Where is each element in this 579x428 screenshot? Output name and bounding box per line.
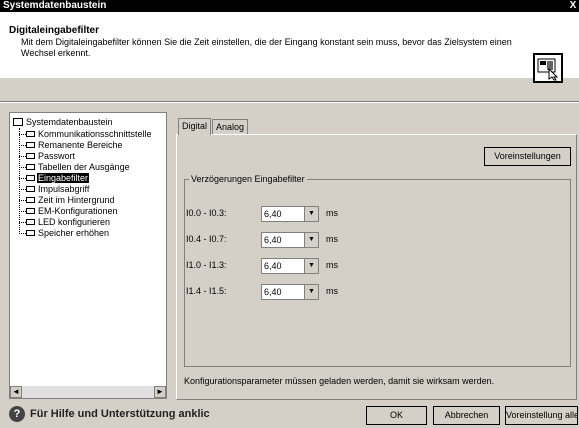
chevron-down-icon[interactable]: ▼ (304, 207, 318, 221)
header-separator (0, 101, 579, 103)
info-note: Konfigurationsparameter müssen geladen w… (184, 376, 495, 386)
module-icon (26, 219, 35, 225)
tree-connector (19, 211, 26, 212)
tab-analog[interactable]: Analog (212, 119, 249, 134)
window-title: Systemdatenbaustein (3, 0, 107, 11)
module-icon (26, 142, 35, 148)
scroll-left-button[interactable]: ◄ (10, 386, 22, 398)
module-icon (26, 164, 35, 170)
title-bar: Systemdatenbaustein X (0, 0, 579, 12)
help-text: Für Hilfe und Unterstützung anklic (30, 408, 210, 420)
defaults-all-button[interactable]: Voreinstellung alle (505, 406, 578, 425)
chevron-down-icon[interactable]: ▼ (304, 259, 318, 273)
tab-digital[interactable]: Digital (178, 118, 212, 135)
delay-range-label: I1.0 - I1.3: (186, 260, 227, 270)
tree-connector (19, 200, 26, 201)
delay-range-label: I0.0 - I0.3: (186, 208, 227, 218)
chevron-down-icon[interactable]: ▼ (304, 285, 318, 299)
tree-item[interactable]: Speicher erhöhen (19, 227, 110, 239)
delay-select[interactable]: 6,40 ▼ (261, 206, 319, 222)
help-link[interactable]: ? Für Hilfe und Unterstützung anklic (9, 404, 210, 424)
group-title: Verzögerungen Eingabefilter (189, 174, 307, 184)
module-icon (26, 175, 35, 181)
delay-value: 6,40 (264, 261, 282, 271)
tree-item-label: Impulsabgriff (38, 184, 90, 194)
tree-item-label: Speicher erhöhen (38, 228, 110, 238)
unit-label: ms (326, 286, 338, 296)
tree-connector (19, 178, 26, 179)
tree-item-label: Zeit im Hintergrund (38, 195, 115, 205)
filter-settings-icon (533, 53, 563, 83)
page-description: Mit dem Digitaleingabefilter können Sie … (21, 37, 512, 58)
tree-connector (19, 222, 26, 223)
delay-select[interactable]: 6,40 ▼ (261, 284, 319, 300)
unit-label: ms (326, 208, 338, 218)
tree-item-label: Remanente Bereiche (38, 140, 123, 150)
delay-range-label: I1.4 - I1.5: (186, 286, 227, 296)
tree-root[interactable]: Systemdatenbaustein (13, 116, 113, 128)
delay-select[interactable]: 6,40 ▼ (261, 258, 319, 274)
tree-connector (19, 134, 26, 135)
module-icon (26, 131, 35, 137)
delay-value: 6,40 (264, 287, 282, 297)
navigation-tree[interactable]: Systemdatenbaustein Kommunikationsschnit… (9, 112, 167, 399)
help-icon: ? (9, 406, 25, 423)
module-icon (26, 230, 35, 236)
unit-label: ms (326, 234, 338, 244)
tree-item-label: EM-Konfigurationen (38, 206, 118, 216)
tree-item-label: Kommunikationsschnittstelle (38, 129, 152, 139)
header-panel: Digitaleingabefilter Mit dem Digitaleing… (0, 12, 579, 83)
tree-connector (19, 145, 26, 146)
delay-value: 6,40 (264, 235, 282, 245)
tree-item-label: Passwort (38, 151, 76, 161)
tree-connector (19, 189, 26, 190)
chevron-down-icon[interactable]: ▼ (304, 233, 318, 247)
folder-icon (13, 118, 23, 126)
defaults-button[interactable]: Voreinstellungen (484, 147, 571, 166)
cancel-button[interactable]: Abbrechen (433, 406, 500, 425)
tree-item-label: Tabellen der Ausgänge (38, 162, 130, 172)
unit-label: ms (326, 260, 338, 270)
tree-item-label: Eingabefilter (37, 173, 90, 183)
ok-button[interactable]: OK (366, 406, 427, 425)
delay-value: 6,40 (264, 209, 282, 219)
module-icon (26, 208, 35, 214)
module-icon (26, 186, 35, 192)
module-icon (26, 153, 35, 159)
module-icon (26, 197, 35, 203)
tree-item-label: LED konfigurieren (38, 217, 111, 227)
scroll-right-button[interactable]: ► (154, 386, 166, 398)
filter-delay-group: Verzögerungen Eingabefilter (184, 174, 571, 367)
delay-range-label: I0.4 - I0.7: (186, 234, 227, 244)
delay-select[interactable]: 6,40 ▼ (261, 232, 319, 248)
horizontal-scrollbar[interactable]: ◄ ► (10, 386, 166, 398)
tree-connector (19, 156, 26, 157)
tree-root-label: Systemdatenbaustein (26, 117, 113, 127)
page-title: Digitaleingabefilter (9, 25, 100, 36)
tree-connector (19, 233, 26, 234)
close-icon[interactable]: X (567, 0, 579, 12)
tree-connector (19, 167, 26, 168)
